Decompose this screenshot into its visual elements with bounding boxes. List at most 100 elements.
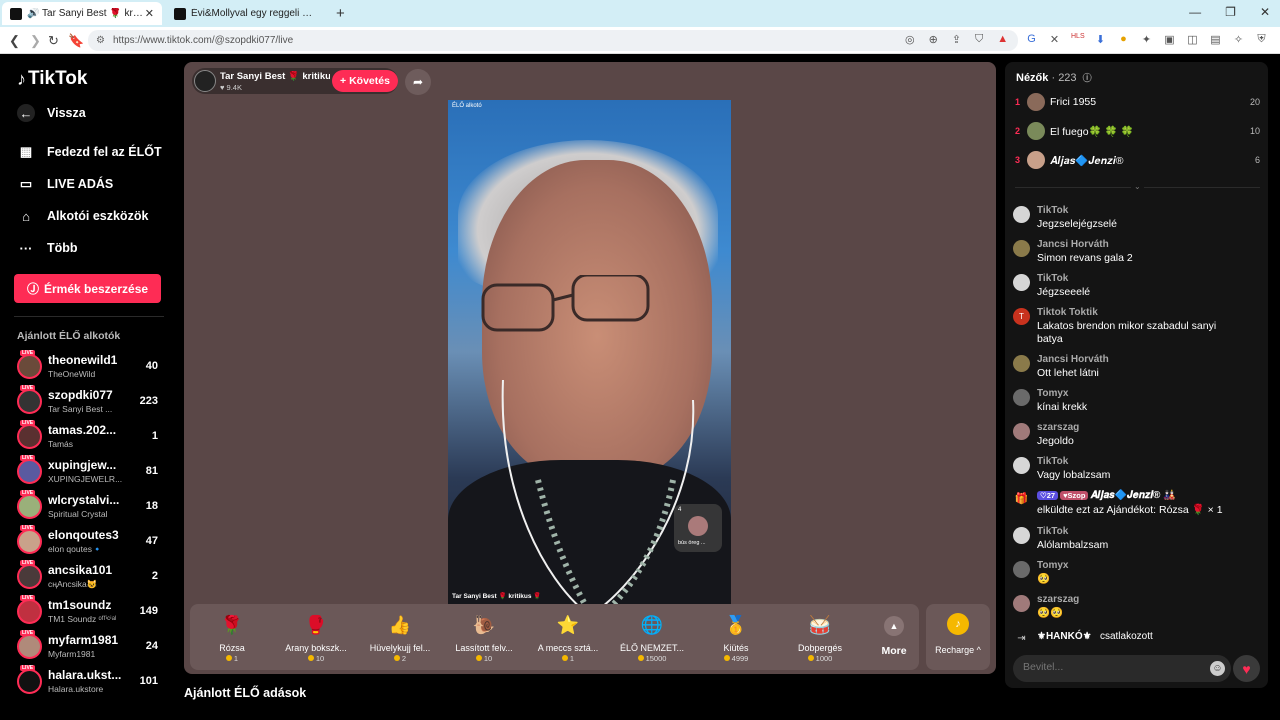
tab-close-icon[interactable]: ✕ bbox=[145, 7, 154, 20]
creator-name: elonqoutes3 bbox=[48, 528, 119, 542]
live-video[interactable]: ÉLŐ alkotó Tar Sanyi Best 🌹 kritikus 🌹 4… bbox=[448, 100, 731, 604]
gift-item[interactable]: 🥇 Kiütés 4999 bbox=[694, 604, 778, 670]
creator-item[interactable]: LIVE halara.ukst... Halara.ukstore 101 bbox=[17, 665, 162, 699]
nav-more[interactable]: ··· Több bbox=[17, 239, 78, 257]
viewers-header[interactable]: Nézők · 223 ⓘ bbox=[1016, 71, 1092, 84]
viewer-name: Frici 1955 bbox=[1050, 96, 1097, 108]
gift-item[interactable]: 🐌 Lassított felv... 10 bbox=[442, 604, 526, 670]
share-icon[interactable]: ⇪ bbox=[952, 33, 961, 46]
creator-item[interactable]: LIVE wlcrystalvi... Spiritual Crystal 18 bbox=[17, 490, 162, 524]
creator-item[interactable]: LIVE myfarm1981 Myfarm1981 24 bbox=[17, 630, 162, 664]
message-author-line: ♡27 ♥Szop 𝑨𝒍𝒋𝒂𝒔🔷𝑱𝒆𝒏𝒛𝒊® 🎎 bbox=[1037, 490, 1176, 501]
message-text: Jegoldo bbox=[1037, 435, 1074, 447]
creator-item[interactable]: LIVE tm1soundz TM1 Soundz ᵒᶠᶠⁱᶜⁱᵃˡ 149 bbox=[17, 595, 162, 629]
message-author: Tiktok Toktik bbox=[1037, 307, 1098, 318]
audio-icon[interactable]: ◎ bbox=[905, 33, 915, 46]
minimize-icon[interactable]: — bbox=[1189, 5, 1201, 19]
extensions-puzzle-icon[interactable]: ✦ bbox=[1140, 33, 1153, 46]
gift-item[interactable]: 🌹 Rózsa 1 bbox=[190, 604, 274, 670]
window-close-icon[interactable]: ✕ bbox=[1260, 5, 1270, 19]
host-avatar[interactable] bbox=[194, 70, 216, 92]
heart-icon: ♥ bbox=[1242, 660, 1251, 677]
avatar bbox=[17, 459, 42, 484]
top-viewer[interactable]: 1 Frici 1955 20 bbox=[1015, 93, 1260, 115]
coin-icon bbox=[807, 655, 814, 661]
recharge-button[interactable]: ♪ Recharge ^ bbox=[926, 604, 990, 670]
warning-icon[interactable]: ▲ bbox=[997, 33, 1008, 46]
sidebar-toggle-icon[interactable]: ▣ bbox=[1163, 33, 1176, 46]
avatar bbox=[1013, 561, 1030, 578]
gift-price: 1 bbox=[233, 654, 239, 663]
tiktok-logo[interactable]: ♪ TikTok bbox=[17, 68, 87, 90]
host-name: Tar Sanyi Best 🌹 kritiku... bbox=[220, 71, 330, 82]
gift-item[interactable]: 👍 Hüvelykujj fel... 2 bbox=[358, 604, 442, 670]
gift-name: Kiütés bbox=[723, 643, 749, 653]
live-badge: LIVE bbox=[20, 560, 36, 566]
gift-item[interactable]: 🥊 Arany bokszk... 10 bbox=[274, 604, 358, 670]
live-badge: LIVE bbox=[20, 630, 36, 636]
extension-x-icon[interactable]: ✕ bbox=[1048, 33, 1061, 46]
vpn-shield-icon[interactable]: ⛨ bbox=[1255, 33, 1268, 46]
gift-name: A meccs sztá... bbox=[537, 643, 599, 653]
nav-explore-live[interactable]: ▦ Fedezd fel az ÉLŐT bbox=[17, 143, 162, 161]
more-gifts-button[interactable]: ▲ More bbox=[869, 604, 919, 670]
share-arrow-icon[interactable]: ➦ bbox=[405, 69, 431, 95]
get-coins-button[interactable]: Ⓙ Érmék beszerzése bbox=[14, 274, 161, 303]
top-viewer[interactable]: 2 El fuego🍀 🍀 🍀 10 bbox=[1015, 122, 1260, 144]
browser-tab-active[interactable]: 🔊 Tar Sanyi Best 🌹 kritikus 🌹 ✕ bbox=[2, 2, 162, 25]
nav-live-broadcast[interactable]: ▭ LIVE ADÁS bbox=[17, 175, 113, 193]
coin-icon bbox=[393, 655, 400, 661]
creator-subtitle: Myfarm1981 bbox=[48, 649, 96, 659]
zoom-icon[interactable]: ⊕ bbox=[929, 33, 938, 46]
bookmark-icon[interactable]: 🔖 bbox=[68, 33, 84, 49]
creator-item[interactable]: LIVE theonewild1 TheOneWild 40 bbox=[17, 350, 162, 384]
help-icon[interactable]: ⓘ bbox=[1083, 73, 1092, 83]
trophy-icon: 🥇 bbox=[724, 615, 748, 635]
creator-item[interactable]: LIVE elonqoutes3 elon qoutes🔹 47 bbox=[17, 525, 162, 559]
creator-item[interactable]: LIVE szopdki077 Tar Sanyi Best ... 223 bbox=[17, 385, 162, 419]
coin-icon bbox=[561, 655, 568, 661]
creator-item[interactable]: LIVE xupingjew... XUPINGJEWELR... 81 bbox=[17, 455, 162, 489]
site-settings-icon[interactable]: ⚙ bbox=[96, 35, 105, 46]
message-text: 🥺 bbox=[1037, 573, 1051, 585]
chevron-down-icon[interactable]: ⌄ bbox=[1131, 182, 1144, 191]
translate-icon[interactable]: G bbox=[1025, 33, 1038, 46]
avatar bbox=[17, 389, 42, 414]
tab-title: 🔊 Tar Sanyi Best 🌹 kritikus 🌹 bbox=[27, 8, 145, 19]
avatar bbox=[17, 564, 42, 589]
back-arrow-icon[interactable]: ❮ bbox=[9, 33, 20, 49]
gift-item[interactable]: ⭐ A meccs sztá... 1 bbox=[526, 604, 610, 670]
url-field[interactable]: ⚙ https://www.tiktok.com/@szopdki077/liv… bbox=[88, 30, 1018, 51]
browser-tab-inactive[interactable]: Évi&Mollyval egy reggeli 😊😂 (@m bbox=[166, 2, 330, 25]
forward-arrow-icon[interactable]: ❯ bbox=[30, 33, 41, 49]
nav-creator-tools[interactable]: ⌂ Alkotói eszközök bbox=[17, 207, 148, 225]
guest-thumbnail[interactable]: 4 bús öreg ... bbox=[674, 504, 722, 552]
reload-icon[interactable]: ↻ bbox=[48, 33, 59, 49]
restore-icon[interactable]: ❐ bbox=[1225, 5, 1236, 19]
split-view-icon[interactable]: ◫ bbox=[1186, 33, 1199, 46]
level-badge: ♡27 bbox=[1037, 491, 1059, 500]
back-link[interactable]: ← Vissza bbox=[17, 104, 86, 122]
creator-item[interactable]: LIVE ancsika101 сңAncsika😺 2 bbox=[17, 560, 162, 594]
extension-color-icon[interactable]: ● bbox=[1117, 33, 1130, 46]
avatar bbox=[17, 529, 42, 554]
gift-item[interactable]: 🌐 ÉLŐ NEMZET... 15000 bbox=[610, 604, 694, 670]
creator-subtitle: elon qoutes🔹 bbox=[48, 544, 103, 554]
shield-icon[interactable]: ⛉ bbox=[975, 33, 983, 46]
like-heart-button[interactable]: ♥ bbox=[1233, 655, 1260, 682]
extension-hls-icon[interactable]: HLS bbox=[1071, 33, 1085, 46]
calendar-icon: ▦ bbox=[19, 144, 33, 159]
rose-icon: 🌹 bbox=[220, 615, 244, 635]
gift-name: Rózsa bbox=[219, 643, 245, 653]
gift-item[interactable]: 🥁 Dobpergés 1000 bbox=[778, 604, 862, 670]
emoji-icon[interactable]: ☺ bbox=[1210, 661, 1225, 676]
top-viewer[interactable]: 3 𝑨𝒍𝒋𝒂𝒔🔷𝑱𝒆𝒏𝒛𝒊® 6 bbox=[1015, 151, 1260, 173]
new-tab-icon[interactable]: + bbox=[336, 5, 345, 22]
browser-tab-bar: 🔊 Tar Sanyi Best 🌹 kritikus 🌹 ✕ Évi&Moll… bbox=[0, 0, 1280, 27]
follow-button[interactable]: + Követés bbox=[332, 70, 398, 92]
chat-input[interactable] bbox=[1023, 661, 1193, 673]
extension-download-icon[interactable]: ⬇ bbox=[1094, 33, 1107, 46]
creator-item[interactable]: LIVE tamas.202... Tamás 1 bbox=[17, 420, 162, 454]
wallet-icon[interactable]: ▤ bbox=[1209, 33, 1222, 46]
sparkle-icon[interactable]: ✧ bbox=[1232, 33, 1245, 46]
